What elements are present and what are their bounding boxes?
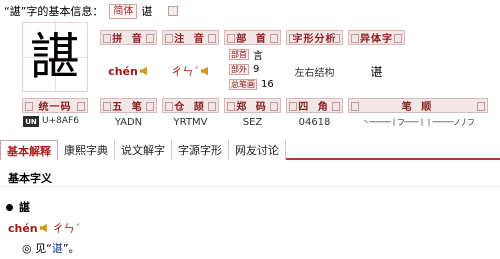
tab-kangxi[interactable]: 康熙字典 [58,140,115,160]
tab-bar: 基本解释 康熙字典 说文解字 字源字形 网友讨论 [0,140,500,160]
variant-value[interactable]: 谌 [348,63,405,79]
bushou-row-outside: 部外 9 [229,64,259,75]
speaker-icon[interactable] [139,66,148,76]
speaker-icon[interactable] [200,66,208,76]
structure-header: 字形分析 [286,30,343,45]
unicode-value: U+8AF6 [42,116,79,126]
bishun-header: 笔 顺 [348,98,488,113]
bishun-value: 丶一一一丨フ一一丨丨一一一ノ丿フ [362,117,475,127]
variant-header: 异体字 [348,30,405,45]
print-icon[interactable] [168,6,179,16]
bushou-row-value: 9 [253,64,260,75]
tab-ziyuan[interactable]: 字源字形 [172,140,229,160]
zhuyin-text: ㄔㄣˊ [171,65,199,78]
zhengma-header: 郑 码 [224,98,281,113]
bushou-row-value[interactable]: 言 [253,47,263,62]
definition-ref-link[interactable]: 谌 [52,240,63,256]
wubi-header: 五 笔 [100,98,157,113]
bushou-row-value: 16 [261,79,274,90]
cangjie-value: YRTMV [173,116,208,128]
big-character: 諶 [22,22,88,92]
bullet-icon [6,203,13,211]
structure-value: 左右结构 [294,67,335,79]
definition: ◎ 见 “谌”。 [22,240,80,256]
tab-basic[interactable]: 基本解释 [0,140,58,160]
pinyin-header: 拼 音 [100,30,157,45]
page-header: “諶” 字的基本信息： 简体 谌 [4,2,179,20]
tab-shuowen[interactable]: 说文解字 [115,140,172,160]
bushou-row-radical: 部首言 [229,47,263,62]
divider [0,186,500,187]
unicode-header: 统一码 [22,98,88,113]
sijiao-value: 04618 [298,116,331,128]
zhuyin-header: 注 音 [162,30,219,45]
speaker-icon[interactable] [39,223,47,233]
entry-pinyin: chén [8,221,38,235]
header-char: 諶 [9,5,21,18]
simplified-tag[interactable]: 简体 [109,3,138,19]
zhengma-value: SEZ [242,116,263,128]
entry-heading: 諶 [6,199,30,215]
cangjie-header: 仓 颉 [162,98,219,113]
header-suffix: 字的基本信息： [26,5,104,18]
zhuyin-value: ㄔㄣˊ [162,63,219,79]
entry-zhuyin: ㄔㄣˊ [52,222,81,235]
bushou-row-label: 部外 [229,64,249,75]
unicode-icon: UN [23,116,39,127]
entry-pronunciation: chén ㄔㄣˊ [8,220,80,236]
definition-quote-close: ”。 [62,242,80,255]
bushou-header: 部 首 [224,30,281,45]
sijiao-header: 四 角 [286,98,343,113]
simplified-char[interactable]: 谌 [141,3,152,19]
bushou-row-label: 部首 [229,49,249,60]
bushou-row-total: 总笔画 16 [229,79,274,90]
wubi-value: YADN [114,116,143,128]
entry-char: 諶 [19,201,30,214]
pinyin-text: chén [108,64,138,78]
pinyin-value: chén [100,63,157,79]
definition-prefix: ◎ 见 [22,242,47,255]
section-title: 基本字义 [8,172,52,185]
bushou-row-label: 总笔画 [229,79,257,90]
tab-discussion[interactable]: 网友讨论 [229,140,286,160]
